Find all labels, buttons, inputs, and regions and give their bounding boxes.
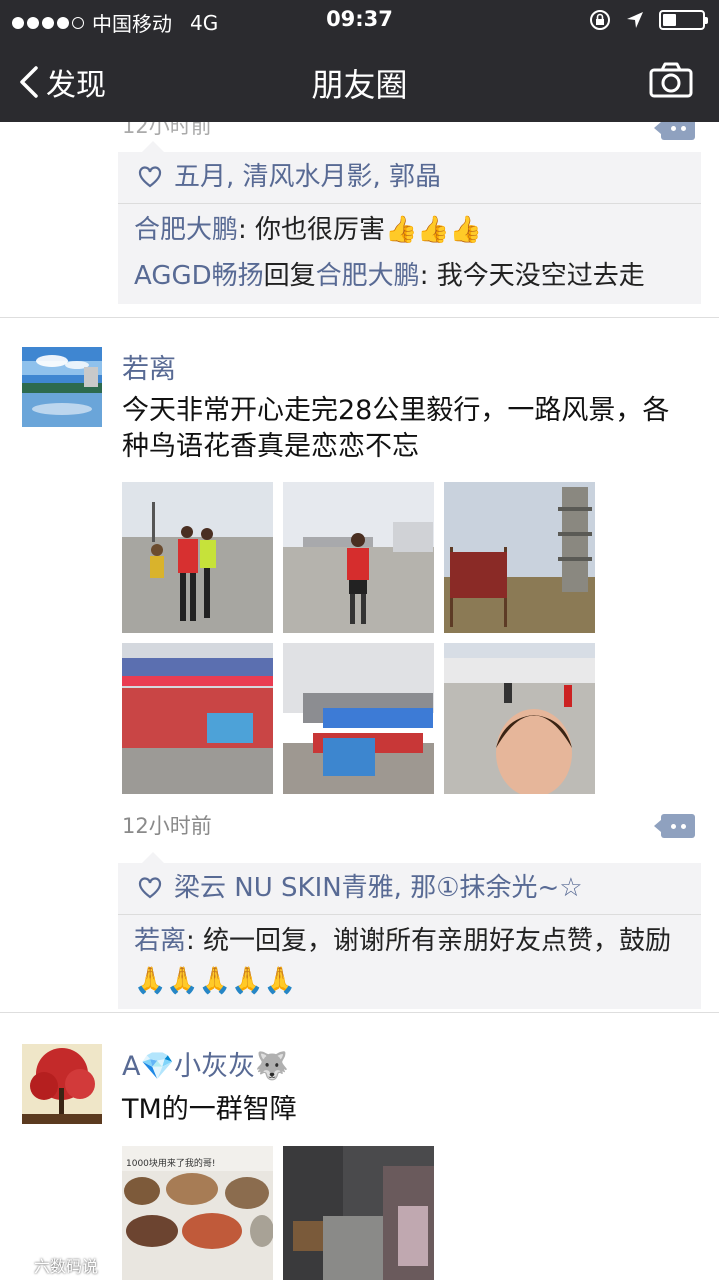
photo-thumbnail[interactable] xyxy=(283,1146,434,1280)
battery-icon xyxy=(659,10,708,30)
post-text: 今天非常开心走完28公里毅行，一路风景，各种鸟语花香真是恋恋不忘 xyxy=(122,395,670,462)
post-text: TM的一群智障 xyxy=(122,1094,297,1125)
moment-previous: 12小时前 五月, 清风水月影, 郭晶 合肥大鹏: 你也很厉害👍👍👍 AGGD畅… xyxy=(0,122,719,317)
camera-icon[interactable] xyxy=(649,62,693,98)
nav-bar: 发现 朋友圈 xyxy=(0,40,719,122)
likes-row: 梁云 NU SKIN青雅, 那①抹余光~☆ xyxy=(118,863,701,915)
more-actions-button[interactable] xyxy=(654,122,695,140)
comment-separator: : xyxy=(419,261,437,291)
comment-author[interactable]: AGGD畅扬 xyxy=(134,261,264,291)
comment-item[interactable]: 若离: 统一回复，谢谢所有亲朋好友点赞，鼓励 🙏🙏🙏🙏🙏 xyxy=(118,915,701,1009)
moments-feed[interactable]: 12小时前 五月, 清风水月影, 郭晶 合肥大鹏: 你也很厉害👍👍👍 AGGD畅… xyxy=(0,122,719,1280)
comment-separator: : xyxy=(186,926,204,956)
comment-author[interactable]: 若离 xyxy=(134,926,186,956)
weibo-icon xyxy=(8,1258,29,1273)
location-arrow-icon xyxy=(627,12,643,28)
watermark: 六数码说 xyxy=(8,1253,98,1277)
photo-thumbnail[interactable] xyxy=(444,482,595,633)
comment-text: 统一回复，谢谢所有亲朋好友点赞，鼓励 xyxy=(203,926,672,956)
comment-text: 你也很厉害 xyxy=(255,215,386,245)
photo-thumbnail[interactable] xyxy=(122,643,273,794)
reply-word: 回复 xyxy=(263,261,316,291)
photo-caption: 1000块用来了我的哥! xyxy=(126,1159,216,1169)
heart-icon xyxy=(138,877,162,899)
moment-time: 12小时前 xyxy=(122,814,212,838)
page-title: 朋友圈 xyxy=(311,66,408,104)
photo-thumbnail[interactable] xyxy=(444,643,595,794)
watermark-text: 六数码说 xyxy=(34,1257,99,1276)
reply-target[interactable]: 合肥大鹏 xyxy=(316,261,420,291)
avatar[interactable] xyxy=(22,347,102,427)
photo-thumbnail[interactable] xyxy=(283,482,434,633)
author-name[interactable]: 若离 xyxy=(122,347,176,386)
rotation-lock-icon xyxy=(590,10,610,30)
likes-row: 五月, 清风水月影, 郭晶 xyxy=(118,152,701,204)
photo-thumbnail[interactable] xyxy=(283,643,434,794)
avatar[interactable] xyxy=(22,1044,102,1124)
author-name[interactable]: A💎小灰灰🐺 xyxy=(122,1044,289,1083)
photo-thumbnail[interactable]: 1000块用来了我的哥! xyxy=(122,1146,273,1280)
likes-names[interactable]: 五月, 清风水月影, 郭晶 xyxy=(174,159,441,195)
comment-text: 我今天没空过去走 xyxy=(436,261,645,291)
comment-item[interactable]: 合肥大鹏: 你也很厉害👍👍👍 xyxy=(118,204,701,253)
pray-emoji: 🙏🙏🙏🙏🙏 xyxy=(134,966,296,996)
moment-time: 12小时前 xyxy=(122,122,212,138)
moment-next: A💎小灰灰🐺 TM的一群智障 1000块用来了我的哥! xyxy=(0,1012,719,1280)
comment-separator: : xyxy=(238,215,256,245)
heart-icon xyxy=(138,166,162,188)
photo-thumbnail[interactable] xyxy=(122,482,273,633)
likes-names[interactable]: 梁云 NU SKIN青雅, 那①抹余光~☆ xyxy=(174,870,583,906)
comments-box: 五月, 清风水月影, 郭晶 合肥大鹏: 你也很厉害👍👍👍 AGGD畅扬回复合肥大… xyxy=(118,141,701,304)
comments-box: 梁云 NU SKIN青雅, 那①抹余光~☆ 若离: 统一回复，谢谢所有亲朋好友点… xyxy=(118,852,701,1009)
comment-author[interactable]: 合肥大鹏 xyxy=(134,215,238,245)
comment-item[interactable]: AGGD畅扬回复合肥大鹏: 我今天没空过去走 xyxy=(118,253,701,304)
status-bar: 中国移动 4G 09:37 xyxy=(0,0,719,40)
more-actions-button[interactable] xyxy=(654,814,695,838)
thumbs-up-emoji: 👍👍👍 xyxy=(385,215,483,245)
moment-main: 若离 今天非常开心走完28公里毅行，一路风景，各种鸟语花香真是恋恋不忘 12小时… xyxy=(0,317,719,1012)
